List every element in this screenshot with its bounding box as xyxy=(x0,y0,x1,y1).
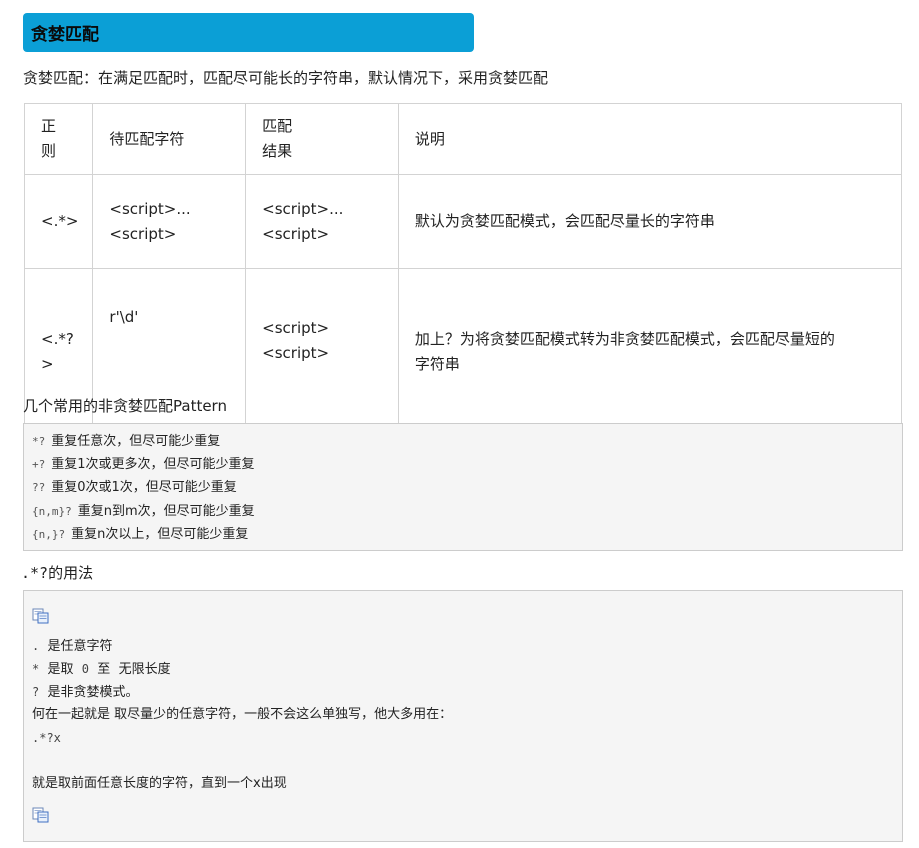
pattern-desc: 重复1次或更多次，但尽可能少重复 xyxy=(51,457,255,473)
intro-text: 贪婪匹配：在满足匹配时，匹配尽可能长的字符串，默认情况下，采用贪婪匹配 xyxy=(23,69,549,87)
usage-line: ? 是非贪婪模式。 xyxy=(32,685,139,700)
table-row: <.*> <script>... <script> <script>... <s… xyxy=(23,174,903,269)
cell-desc: 默认为贪婪匹配模式，会匹配尽量长的字符串 xyxy=(397,174,903,269)
pattern-token: +? xyxy=(32,458,46,472)
pattern-token: {n,}? xyxy=(32,527,66,541)
header-input: 待匹配字符 xyxy=(92,103,247,175)
pattern-token: {n,m}? xyxy=(32,504,72,518)
cell-input: <script>... <script> xyxy=(92,174,247,269)
pattern-desc: 重复0次或1次，但尽可能少重复 xyxy=(51,480,237,496)
code-line: {n,}? 重复n次以上，但尽可能少重复 xyxy=(32,523,894,546)
usage-caption-text: 的用法 xyxy=(48,564,94,582)
header-regex: 正 则 xyxy=(23,103,94,175)
pattern-token: ?? xyxy=(32,481,46,495)
section-header: 贪婪匹配 xyxy=(23,13,474,52)
code-line: *? 重复任意次，但尽可能少重复 xyxy=(32,430,894,453)
pattern-desc: 重复n到m次，但尽可能少重复 xyxy=(77,503,255,519)
section-title: 贪婪匹配 xyxy=(31,25,99,45)
usage-line: .*?x xyxy=(32,731,61,745)
cell-result: <script>... <script> xyxy=(245,174,399,269)
usage-code-block: . 是任意字符 * 是取 0 至 无限长度 ? 是非贪婪模式。 何在一起就是 取… xyxy=(23,590,903,842)
usage-line: 就是取前面任意长度的字符，直到一个x出现 xyxy=(32,776,287,791)
header-desc: 说明 xyxy=(397,103,903,175)
regex-table: 正 则 待匹配字符 匹配 结果 说明 <.*> <script>... <scr… xyxy=(23,103,903,436)
cell-result: <script> <script> xyxy=(245,268,399,436)
cell-desc: 加上？为将贪婪匹配模式转为非贪婪匹配模式，会匹配尽量短的 字符串 xyxy=(397,268,903,436)
usage-token: .*? xyxy=(21,564,49,582)
lazy-patterns-code-block: *? 重复任意次，但尽可能少重复 +? 重复1次或更多次，但尽可能少重复 ?? 重复0… xyxy=(23,423,903,551)
code-line: +? 重复1次或更多次，但尽可能少重复 xyxy=(32,453,894,476)
usage-line: 何在一起就是 取尽量少的任意字符，一般不会这么单独写，他大多用在： xyxy=(32,707,453,722)
pattern-desc: 重复n次以上，但尽可能少重复 xyxy=(71,526,249,542)
usage-line: * 是取 0 至 无限长度 xyxy=(32,662,171,677)
code-line: {n,m}? 重复n到m次，但尽可能少重复 xyxy=(32,500,894,523)
table-header-row: 正 则 待匹配字符 匹配 结果 说明 xyxy=(23,103,903,175)
usage-caption: .*?的用法 xyxy=(21,562,93,583)
usage-line: . 是任意字符 xyxy=(32,639,113,654)
copy-code-icon[interactable] xyxy=(32,807,50,823)
header-result: 匹配 结果 xyxy=(245,103,399,175)
pattern-token: *? xyxy=(32,435,46,448)
copy-code-icon[interactable] xyxy=(32,608,50,624)
cell-regex: <.*> xyxy=(23,174,94,269)
pattern-desc: 重复任意次，但尽可能少重复 xyxy=(51,434,221,449)
code-line: ?? 重复0次或1次，但尽可能少重复 xyxy=(32,476,894,499)
lazy-patterns-caption: 几个常用的非贪婪匹配Pattern xyxy=(23,397,227,415)
